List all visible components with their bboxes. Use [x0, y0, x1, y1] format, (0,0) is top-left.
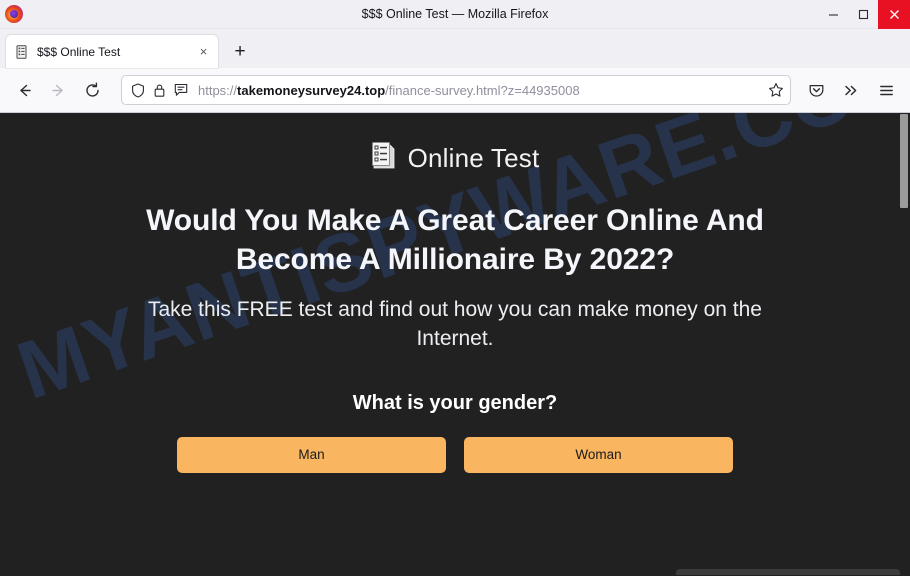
survey-page: Online Test Would You Make A Great Caree…: [0, 113, 910, 473]
cookie-consent-banner: This website uses cookies to ensure you …: [676, 569, 900, 575]
page-actions-icon[interactable]: [174, 83, 188, 97]
hamburger-menu-icon[interactable]: [870, 74, 902, 106]
window-controls: [818, 0, 910, 29]
toolbar-end-actions: [800, 74, 902, 106]
reload-icon[interactable]: [76, 74, 108, 106]
window-title: $$$ Online Test — Mozilla Firefox: [361, 6, 549, 21]
url-scheme: https://: [198, 82, 238, 98]
tab-close-icon[interactable]: ×: [195, 43, 212, 60]
url-text[interactable]: https://takemoneysurvey24.top/finance-su…: [198, 83, 760, 98]
maximize-icon[interactable]: [848, 0, 878, 29]
browser-tab[interactable]: $$$ Online Test ×: [6, 35, 218, 68]
answer-options: Man Woman: [177, 436, 733, 473]
brand-name: Online Test: [407, 143, 540, 173]
page-content: MYANTISPYWARE.COM Online Test Would You …: [0, 113, 910, 575]
navigation-toolbar: https://takemoneysurvey24.top/finance-su…: [0, 68, 910, 113]
clipboard-checklist-icon: [371, 141, 397, 176]
firefox-logo-icon: [5, 5, 23, 23]
url-bar[interactable]: https://takemoneysurvey24.top/finance-su…: [121, 75, 791, 105]
shield-icon[interactable]: [131, 82, 145, 98]
answer-button-man[interactable]: Man: [177, 436, 446, 473]
url-path: /finance-survey.html?z=44935008: [385, 82, 580, 98]
scrollbar-thumb[interactable]: [900, 114, 908, 208]
pocket-icon[interactable]: [800, 74, 832, 106]
minimize-icon[interactable]: [818, 0, 848, 29]
browser-window: $$$ Online Test — Mozilla Firefox $$$ On…: [0, 0, 910, 576]
page-scrollbar[interactable]: [898, 113, 910, 575]
overflow-chevrons-icon[interactable]: [835, 74, 867, 106]
clipboard-icon: [15, 44, 30, 59]
url-host: takemoneysurvey24.top: [237, 82, 386, 98]
site-brand: Online Test: [0, 141, 910, 176]
answer-button-woman[interactable]: Woman: [464, 436, 733, 473]
page-headline: Would You Make A Great Career Online And…: [146, 204, 764, 276]
tab-strip: $$$ Online Test × +: [0, 29, 910, 68]
survey-question: What is your gender?: [352, 391, 558, 414]
title-bar: $$$ Online Test — Mozilla Firefox: [0, 0, 910, 29]
back-arrow-icon[interactable]: [8, 74, 40, 106]
lock-icon[interactable]: [153, 83, 166, 98]
tab-title: $$$ Online Test: [37, 44, 121, 59]
star-icon[interactable]: [768, 82, 784, 98]
page-subheadline: Take this FREE test and find out how you…: [147, 298, 762, 351]
forward-arrow-icon: [42, 74, 74, 106]
close-icon[interactable]: [878, 0, 910, 29]
new-tab-button[interactable]: +: [225, 36, 255, 66]
